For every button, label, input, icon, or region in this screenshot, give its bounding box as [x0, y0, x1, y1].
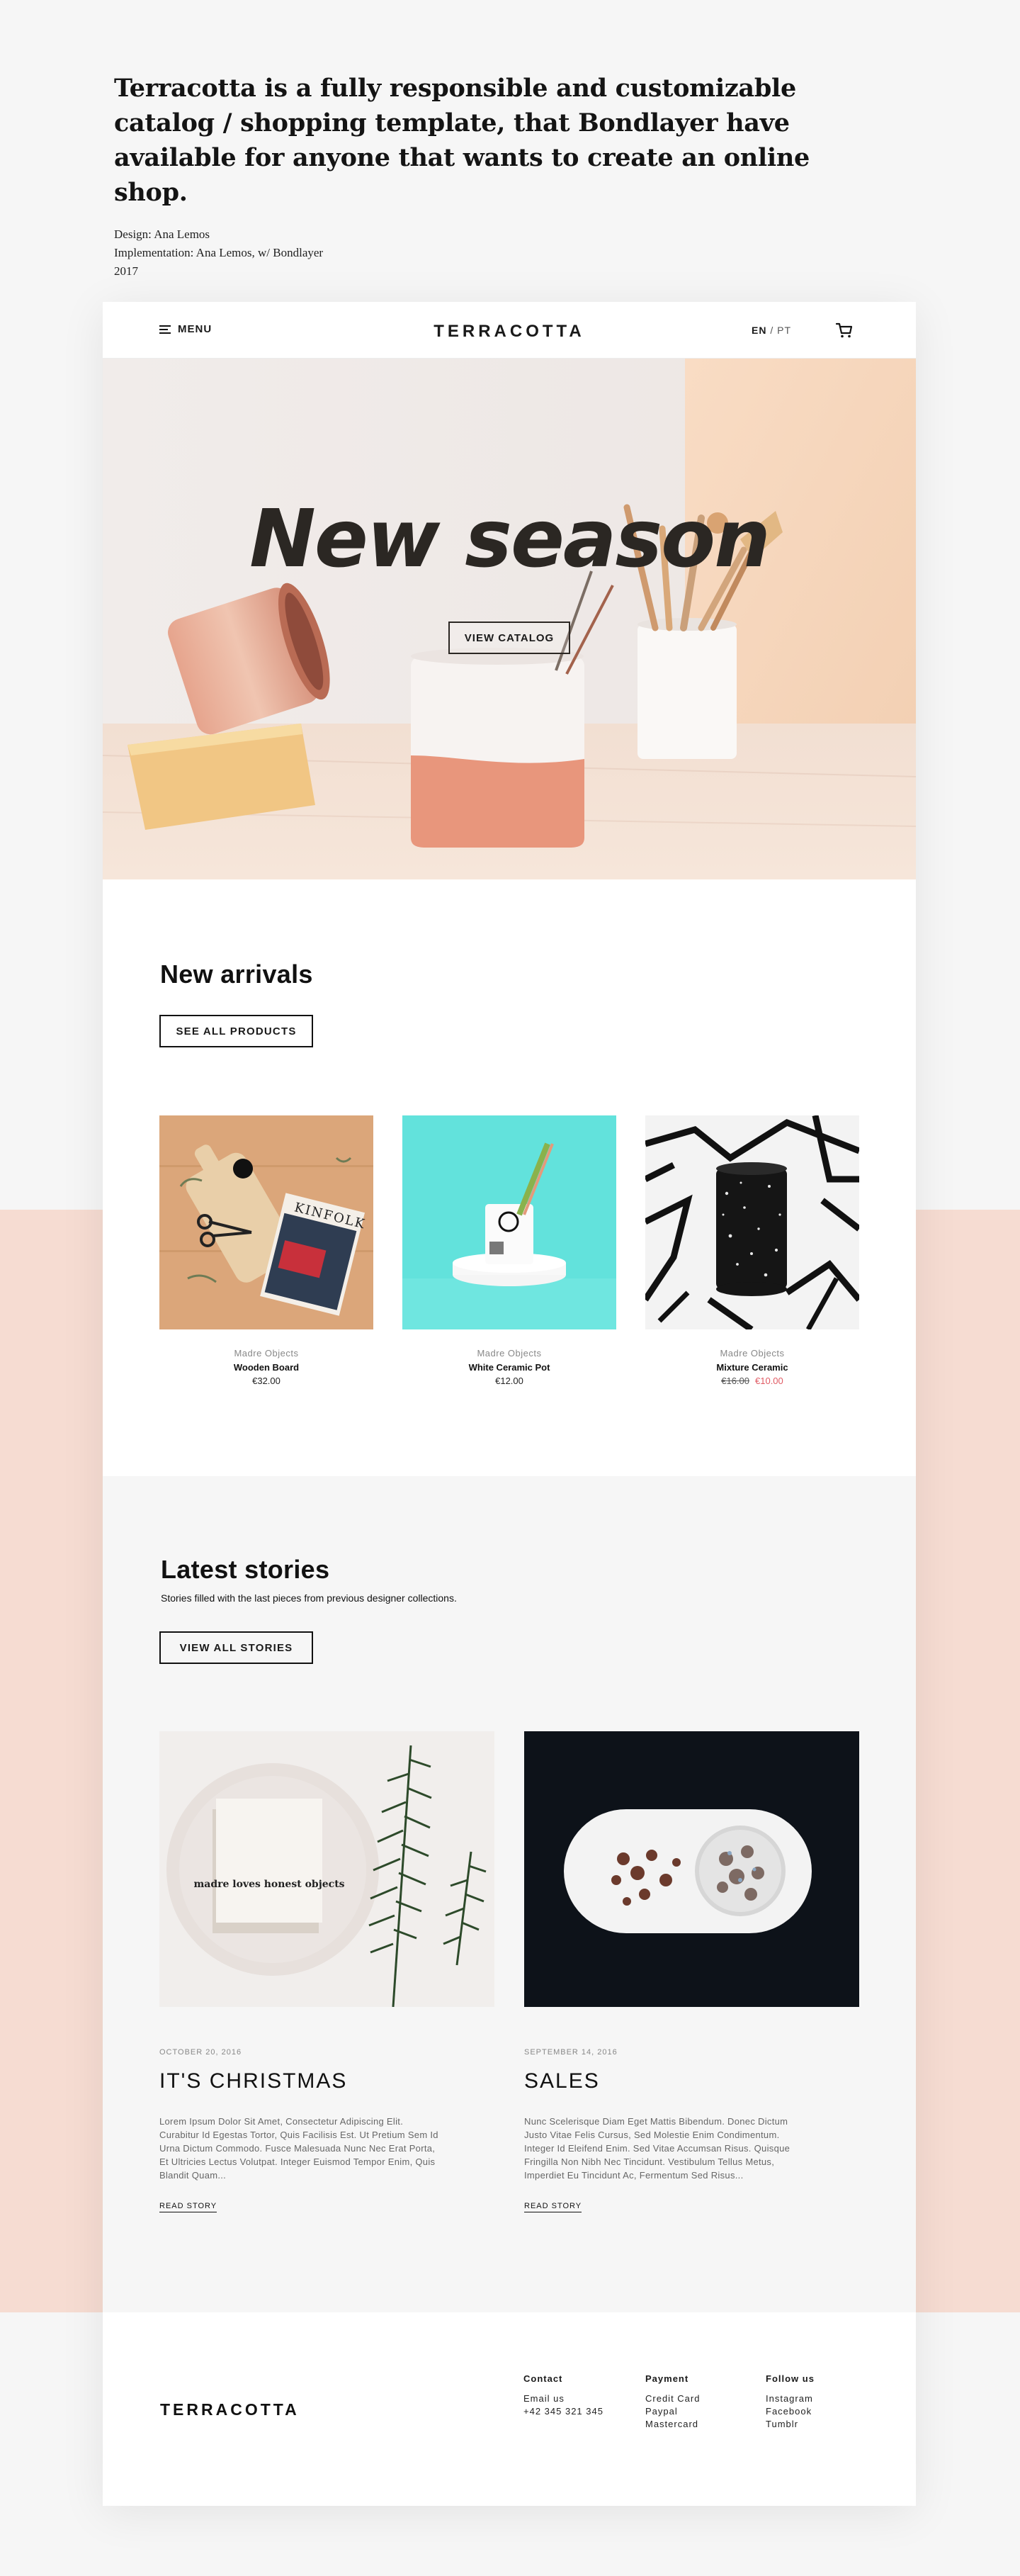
lang-pt[interactable]: PT [777, 325, 791, 336]
story-card: madre loves honest objects OCTOBER 20, 2… [159, 1731, 494, 2212]
story-card-text: madre loves honest objects [193, 1879, 344, 1890]
hero-title: New season [249, 493, 771, 585]
product-name[interactable]: White Ceramic Pot [402, 1362, 616, 1373]
footer-payment: Payment Credit Card Paypal Mastercard [645, 2373, 700, 2431]
top-nav: MENU TERRACOTTA EN / PT [103, 302, 916, 359]
stories-subtitle: Stories filled with the last pieces from… [161, 1592, 457, 1604]
footer-phone: +42 345 321 345 [523, 2406, 604, 2417]
read-story-link[interactable]: READ STORY [524, 2202, 582, 2212]
intro-credits: Design: Ana Lemos Implementation: Ana Le… [114, 225, 851, 281]
site-mockup: MENU TERRACOTTA EN / PT New season VIEW … [103, 302, 916, 2506]
footer-follow-heading: Follow us [766, 2373, 815, 2384]
payment-method: Paypal [645, 2406, 678, 2417]
product-image-white-ceramic-pot[interactable] [402, 1115, 616, 1329]
lang-separator: / [770, 325, 774, 336]
intro-block: Terracotta is a fully responsible and cu… [114, 71, 851, 281]
story-excerpt: Lorem Ipsum Dolor Sit Amet, Consectetur … [159, 2116, 438, 2181]
product-card[interactable]: Madre Objects Mixture Ceramic €16.00 €10.… [645, 1115, 859, 1386]
product-card[interactable]: KINFOLK Madre Objects Wooden Board €32.0… [159, 1115, 373, 1386]
credit-implementation: Implementation: Ana Lemos, w/ Bondlayer [114, 246, 324, 259]
product-image-mixture-ceramic[interactable] [645, 1115, 859, 1329]
cart-icon[interactable] [835, 321, 854, 339]
hero-banner: New season VIEW CATALOG [103, 359, 916, 879]
credit-year: 2017 [114, 264, 138, 278]
view-catalog-button[interactable]: VIEW CATALOG [448, 621, 570, 654]
product-name[interactable]: Wooden Board [159, 1362, 373, 1373]
view-all-stories-button[interactable]: VIEW ALL STORIES [159, 1631, 313, 1664]
story-card: SEPTEMBER 14, 2016 SALES Nunc Scelerisqu… [524, 1731, 859, 2212]
product-old-price: €16.00 [721, 1376, 749, 1386]
social-link-facebook[interactable]: Facebook [766, 2405, 815, 2418]
product-price: €32.00 [252, 1376, 280, 1386]
footer-brand[interactable]: TERRACOTTA [160, 2400, 300, 2419]
intro-headline: Terracotta is a fully responsible and cu… [114, 74, 810, 207]
product-brand: Madre Objects [720, 1348, 785, 1359]
social-link-instagram[interactable]: Instagram [766, 2392, 815, 2405]
product-price: €16.00 €10.00 [645, 1376, 859, 1386]
footer-contact: Contact Email us +42 345 321 345 [523, 2373, 604, 2418]
see-all-products-button[interactable]: SEE ALL PRODUCTS [159, 1015, 313, 1047]
story-date: SEPTEMBER 14, 2016 [524, 2048, 618, 2057]
read-story-link[interactable]: READ STORY [159, 2202, 217, 2212]
product-sale-price: €10.00 [755, 1376, 783, 1386]
product-price: €12.00 [495, 1376, 523, 1386]
story-title[interactable]: IT'S CHRISTMAS [159, 2069, 494, 2093]
product-brand: Madre Objects [477, 1348, 542, 1359]
footer-social: Follow us Instagram Facebook Tumblr [766, 2373, 815, 2431]
story-title[interactable]: SALES [524, 2069, 859, 2093]
credit-design: Design: Ana Lemos [114, 227, 210, 241]
story-date: OCTOBER 20, 2016 [159, 2048, 242, 2057]
product-brand: Madre Objects [234, 1348, 299, 1359]
product-name[interactable]: Mixture Ceramic [645, 1362, 859, 1373]
product-card[interactable]: Madre Objects White Ceramic Pot €12.00 [402, 1115, 616, 1386]
payment-method: Credit Card [645, 2393, 701, 2404]
site-footer: TERRACOTTA Contact Email us +42 345 321 … [103, 2312, 916, 2506]
language-switch: EN / PT [752, 325, 791, 336]
social-link-tumblr[interactable]: Tumblr [766, 2418, 815, 2431]
new-arrivals-heading: New arrivals [160, 960, 313, 989]
product-image-wooden-board[interactable]: KINFOLK [159, 1115, 373, 1329]
story-excerpt: Nunc Scelerisque Diam Eget Mattis Bibend… [524, 2116, 790, 2181]
payment-method: Mastercard [645, 2419, 699, 2429]
latest-stories-heading: Latest stories [161, 1555, 330, 1584]
story-image-christmas[interactable]: madre loves honest objects [159, 1731, 494, 2007]
footer-email-link[interactable]: Email us [523, 2392, 604, 2405]
footer-payment-heading: Payment [645, 2373, 689, 2384]
lang-en[interactable]: EN [752, 325, 766, 336]
story-image-sales[interactable] [524, 1731, 859, 2007]
footer-contact-heading: Contact [523, 2373, 563, 2384]
brand-logo[interactable]: TERRACOTTA [103, 322, 916, 342]
hero-photo [103, 359, 916, 879]
